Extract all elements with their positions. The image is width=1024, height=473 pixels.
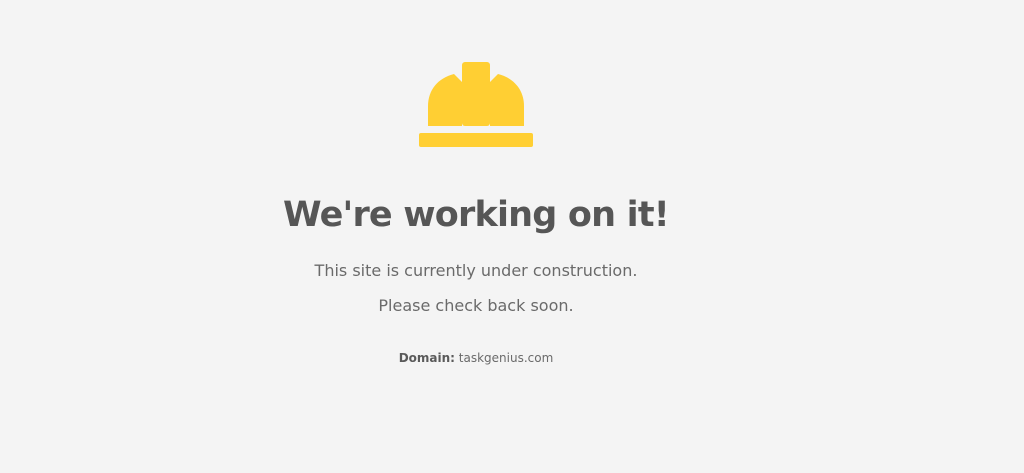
page-title-text: We're working on it! [283,195,670,235]
domain-info: Domain: taskgenius.com [0,349,952,367]
construction-page: We're working on it! This site is curren… [0,0,1024,473]
page-title: We're working on it! [0,190,952,240]
domain-value: taskgenius.com [458,351,554,365]
domain-label: Domain: [398,351,455,365]
check-back-message: Please check back soon. [378,296,574,315]
hard-hat-icon [419,62,533,147]
construction-message: This site is currently under constructio… [314,261,638,280]
